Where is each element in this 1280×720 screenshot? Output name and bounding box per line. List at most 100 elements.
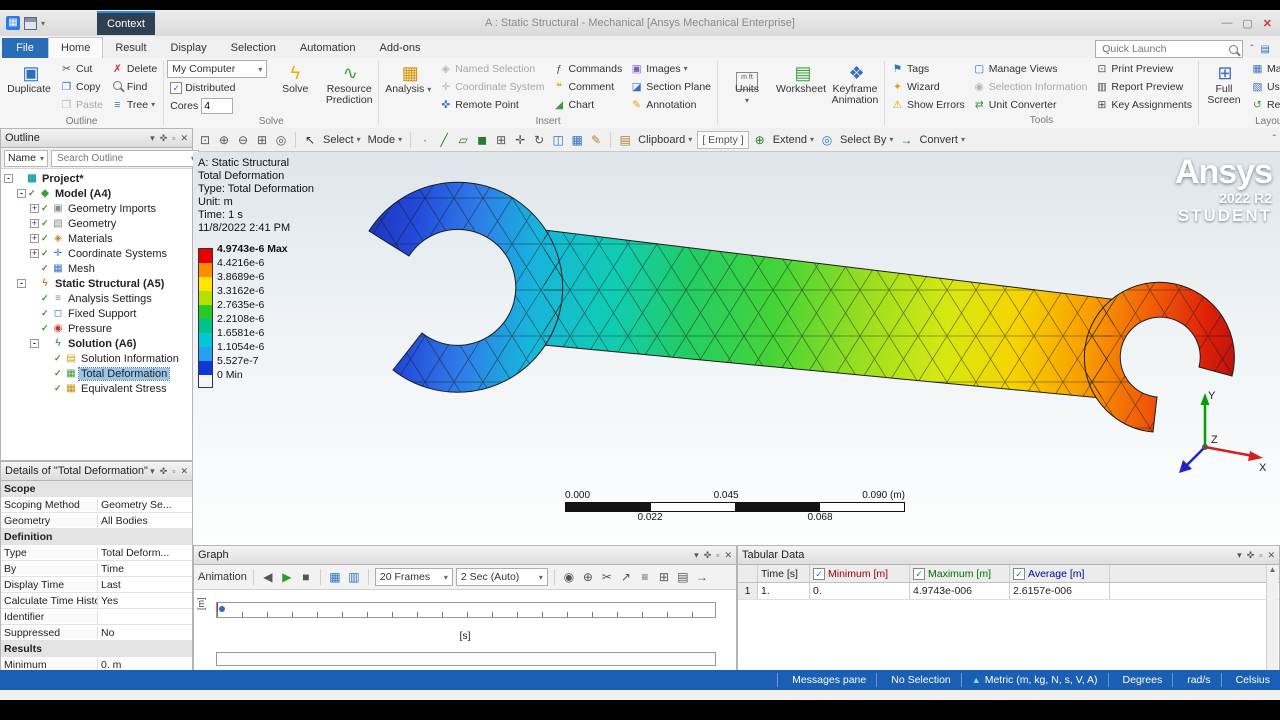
- grid-icon[interactable]: ⊞: [656, 570, 672, 584]
- checkbox-icon[interactable]: ✓: [813, 567, 825, 580]
- body-filter-icon[interactable]: ◼: [474, 133, 490, 147]
- commands-button[interactable]: ƒ Commands: [550, 60, 626, 77]
- details-row[interactable]: By Time: [1, 561, 192, 577]
- average-cell[interactable]: 2.6157e-006: [1010, 583, 1110, 599]
- delete-button[interactable]: ✗ Delete: [108, 60, 160, 77]
- select-all-icon[interactable]: ⊞: [493, 133, 509, 147]
- expander-icon[interactable]: [43, 369, 52, 378]
- details-value[interactable]: Total Deform...: [98, 547, 192, 559]
- minimum-column-header[interactable]: ✓ Minimum [m]: [810, 565, 910, 582]
- tab-result[interactable]: Result: [103, 38, 158, 58]
- zoom-in-icon[interactable]: ⊕: [216, 133, 232, 147]
- timeline-slider[interactable]: [216, 652, 716, 666]
- list-icon[interactable]: ≡: [637, 570, 653, 584]
- quick-launch-box[interactable]: [1095, 40, 1244, 58]
- manage-layout-button[interactable]: ▦Manage▾: [1248, 60, 1280, 77]
- status-item[interactable]: Degrees: [1107, 673, 1173, 687]
- rotate-icon[interactable]: ↻: [531, 133, 547, 147]
- details-value[interactable]: Time: [98, 563, 192, 575]
- pin-icon[interactable]: ✜: [160, 466, 168, 477]
- tree-item[interactable]: ✓ ◉ Pressure: [1, 321, 192, 336]
- zoom-graph-icon[interactable]: ⊕: [580, 570, 596, 584]
- find-button[interactable]: Find: [108, 78, 160, 95]
- graph-plot-area[interactable]: [m] [s]: [194, 590, 736, 681]
- pin-icon[interactable]: ✜: [1247, 550, 1255, 561]
- box-zoom-icon[interactable]: ⊡: [197, 133, 213, 147]
- duration-select[interactable]: 2 Sec (Auto) ▾: [455, 568, 548, 586]
- chevron-down-icon[interactable]: ▾: [150, 133, 155, 144]
- zoom-out-icon[interactable]: ⊖: [235, 133, 251, 147]
- context-tab[interactable]: Context: [97, 11, 155, 35]
- details-value[interactable]: All Bodies: [98, 515, 192, 527]
- paste-button[interactable]: ❒ Paste: [57, 96, 106, 113]
- named-selection-button[interactable]: ◈ Named Selection: [436, 60, 547, 77]
- tree-item[interactable]: - ▦ Project*: [1, 171, 192, 186]
- expander-icon[interactable]: -: [17, 279, 26, 288]
- tree-item[interactable]: ✓ ◻ Fixed Support: [1, 306, 192, 321]
- tree-item[interactable]: ✓ ▦ Total Deformation: [1, 366, 192, 381]
- pan-icon[interactable]: ✛: [512, 133, 528, 147]
- reset-layout-button[interactable]: ↺Reset Layout: [1248, 96, 1280, 113]
- solve-button[interactable]: ϟ Solve: [269, 60, 321, 116]
- annotation-button[interactable]: ✎ Annotation: [627, 96, 714, 113]
- name-filter-dropdown[interactable]: Name ▾: [4, 149, 49, 167]
- copy-button[interactable]: ❐ Copy: [57, 78, 106, 95]
- details-row[interactable]: Scoping Method Geometry Se...: [1, 497, 192, 513]
- tree-item[interactable]: - ϟ Static Structural (A5): [1, 276, 192, 291]
- expander-icon[interactable]: +: [30, 249, 39, 258]
- units-button[interactable]: m ft Units ▾: [721, 60, 773, 116]
- print-preview-button[interactable]: ⊡ Print Preview: [1092, 60, 1195, 77]
- timeline-icon[interactable]: ▥: [346, 570, 362, 584]
- expander-icon[interactable]: -: [17, 189, 26, 198]
- status-item[interactable]: rad/s: [1172, 673, 1220, 687]
- mode-dropdown[interactable]: Mode ▾: [366, 134, 405, 146]
- tree-item[interactable]: - ϟ Solution (A6): [1, 336, 192, 351]
- select-dropdown[interactable]: Select ▾: [321, 134, 363, 146]
- camera-icon[interactable]: ◉: [561, 570, 577, 584]
- details-row[interactable]: Type Total Deform...: [1, 545, 192, 561]
- quick-launch-input[interactable]: [1100, 42, 1230, 56]
- average-column-header[interactable]: ✓ Average [m]: [1010, 565, 1110, 582]
- distributed-frames-icon[interactable]: ▦: [327, 570, 343, 584]
- label-icon[interactable]: ✎: [588, 133, 604, 147]
- details-row[interactable]: Suppressed No: [1, 625, 192, 641]
- select-by-dropdown[interactable]: Select By ▾: [838, 134, 895, 146]
- float-icon[interactable]: ▫: [1259, 550, 1262, 560]
- cursor-icon[interactable]: ↖: [302, 133, 318, 147]
- details-row[interactable]: Calculate Time History Yes: [1, 593, 192, 609]
- status-item[interactable]: Celsius: [1220, 673, 1280, 687]
- wireframe-icon[interactable]: ◫: [550, 133, 566, 147]
- expander-icon[interactable]: [30, 324, 39, 333]
- tree-item[interactable]: ✓ ▦ Equivalent Stress: [1, 381, 192, 396]
- tabular-scrollbar[interactable]: ▲▼: [1266, 565, 1278, 678]
- tabular-panel-header[interactable]: Tabular Data ▾ ✜ ▫ ✕: [738, 546, 1279, 565]
- expander-icon[interactable]: [30, 309, 39, 318]
- maximum-cell[interactable]: 4.9743e-006: [910, 583, 1010, 599]
- time-column-header[interactable]: Time [s]: [758, 565, 810, 582]
- maximum-column-header[interactable]: ✓ Maximum [m]: [910, 565, 1010, 582]
- details-value[interactable]: Yes: [98, 595, 192, 607]
- tree-item[interactable]: + ✓ ▧ Geometry: [1, 216, 192, 231]
- float-icon[interactable]: ▫: [172, 133, 175, 143]
- close-icon[interactable]: ✕: [724, 550, 732, 561]
- collapse-toolbar-icon[interactable]: ˆ: [1273, 134, 1276, 145]
- csv-icon[interactable]: ▤: [675, 570, 691, 584]
- tree-item[interactable]: ✓ ≡ Analysis Settings: [1, 291, 192, 306]
- close-icon[interactable]: ✕: [180, 466, 188, 477]
- close-icon[interactable]: ✕: [180, 133, 188, 144]
- vertex-filter-icon[interactable]: ∙: [417, 133, 433, 147]
- document-icon[interactable]: ▤: [1261, 44, 1270, 55]
- tabular-row[interactable]: 1 1. 0. 4.9743e-006 2.6157e-006: [738, 583, 1279, 600]
- extend-dropdown[interactable]: Extend ▾: [771, 134, 816, 146]
- graph-panel-header[interactable]: Graph ▾ ✜ ▫ ✕: [194, 546, 736, 565]
- expander-icon[interactable]: [30, 294, 39, 303]
- manage-views-button[interactable]: ▢ Manage Views: [970, 60, 1091, 77]
- full-screen-button[interactable]: ⊞ Full Screen: [1202, 60, 1246, 116]
- mesh-display-icon[interactable]: ▦: [569, 133, 585, 147]
- expander-icon[interactable]: -: [30, 339, 39, 348]
- maximize-icon[interactable]: ▢: [1242, 17, 1252, 30]
- resource-prediction-button[interactable]: ∿ Resource Prediction: [323, 60, 375, 116]
- save-icon[interactable]: [24, 16, 37, 30]
- close-icon[interactable]: ✕: [1263, 17, 1272, 30]
- chevron-down-icon[interactable]: ▾: [150, 466, 155, 477]
